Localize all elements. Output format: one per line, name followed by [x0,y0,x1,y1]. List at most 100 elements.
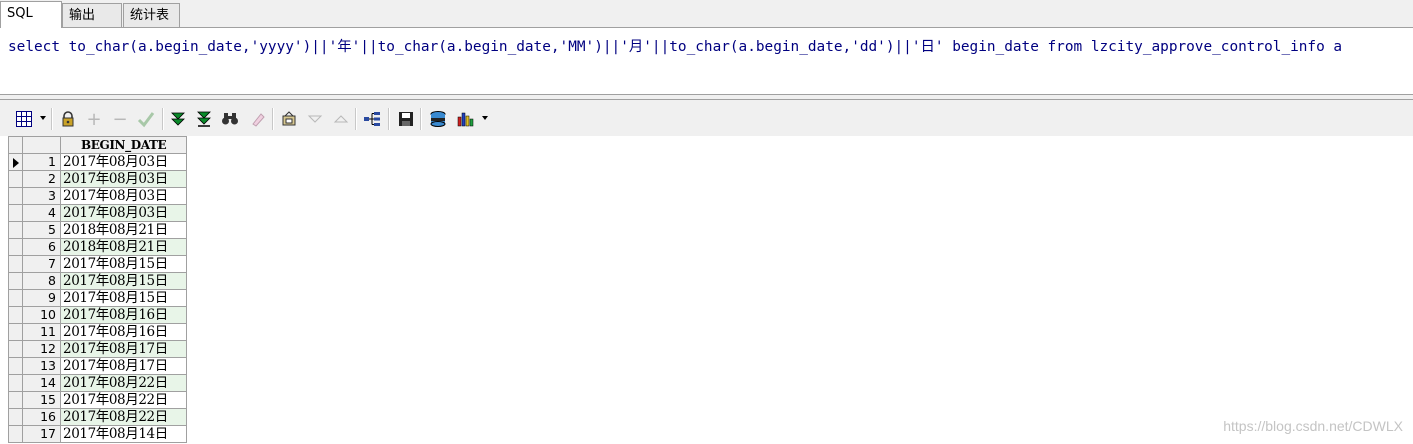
cell-begin-date[interactable]: 2017年08月16日 [60,306,187,324]
row-number[interactable]: 10 [22,306,61,324]
lock-icon[interactable] [58,109,78,129]
result-grid-area: BEGIN_DATE 1 2017年08月03日 2 2017年08月03日 3 2017… [0,136,1413,444]
current-row-pointer-icon [12,157,19,168]
tab-bar: SQL 输出 统计表 [0,0,1413,28]
table-row[interactable]: 16 2017年08月22日 [8,408,187,426]
row-number[interactable]: 4 [22,204,61,222]
table-row[interactable]: 3 2017年08月03日 [8,187,187,205]
fetch-last-icon[interactable] [194,109,214,129]
table-row[interactable]: 10 2017年08月16日 [8,306,187,324]
cell-begin-date[interactable]: 2017年08月22日 [60,408,187,426]
chart-icon[interactable] [456,109,476,129]
grid-menu-dropdown-icon[interactable] [40,116,46,120]
row-number[interactable]: 1 [22,153,61,171]
cell-begin-date[interactable]: 2017年08月17日 [60,357,187,375]
row-number[interactable]: 3 [22,187,61,205]
table-row[interactable]: 4 2017年08月03日 [8,204,187,222]
row-indicator[interactable] [8,255,23,273]
row-indicator[interactable] [8,153,23,171]
grid-menu-icon[interactable] [14,109,34,129]
fetch-next-icon[interactable] [168,109,188,129]
table-row[interactable]: 5 2018年08月21日 [8,221,187,239]
cell-begin-date[interactable]: 2017年08月03日 [60,204,187,222]
table-row[interactable]: 15 2017年08月22日 [8,391,187,409]
grid-corner [8,136,23,154]
table-row[interactable]: 9 2017年08月15日 [8,289,187,307]
table-row[interactable]: 17 2017年08月14日 [8,425,187,443]
find-icon[interactable] [220,109,240,129]
save-icon[interactable] [396,109,416,129]
export-icon[interactable] [279,109,299,129]
watermark: https://blog.csdn.net/CDWLX [1223,418,1403,434]
column-header-begin-date[interactable]: BEGIN_DATE [60,136,187,154]
filter-up-icon[interactable] [331,109,351,129]
cell-begin-date[interactable]: 2017年08月03日 [60,153,187,171]
cell-begin-date[interactable]: 2017年08月16日 [60,323,187,341]
row-number[interactable]: 9 [22,289,61,307]
sql-editor[interactable]: select to_char(a.begin_date,'yyyy')||'年'… [0,28,1413,94]
row-indicator[interactable] [8,187,23,205]
post-check-icon[interactable] [136,109,156,129]
row-number[interactable]: 12 [22,340,61,358]
row-number[interactable]: 14 [22,374,61,392]
cell-begin-date[interactable]: 2017年08月15日 [60,255,187,273]
tab-statistics[interactable]: 统计表 [123,3,180,27]
add-row-icon[interactable]: + [84,109,104,130]
row-indicator[interactable] [8,425,23,443]
table-row[interactable]: 2 2017年08月03日 [8,170,187,188]
row-indicator[interactable] [8,170,23,188]
row-number[interactable]: 13 [22,357,61,375]
table-row[interactable]: 8 2017年08月15日 [8,272,187,290]
tab-output[interactable]: 输出 [62,3,122,27]
row-indicator[interactable] [8,272,23,290]
row-number[interactable]: 15 [22,391,61,409]
toolbar-separator [355,108,357,130]
table-row[interactable]: 13 2017年08月17日 [8,357,187,375]
sql-text[interactable]: select to_char(a.begin_date,'yyyy')||'年'… [8,35,1342,56]
filter-down-icon[interactable] [305,109,325,129]
row-number[interactable]: 11 [22,323,61,341]
row-indicator[interactable] [8,289,23,307]
row-indicator[interactable] [8,221,23,239]
row-number[interactable]: 2 [22,170,61,188]
table-row[interactable]: 14 2017年08月22日 [8,374,187,392]
table-row[interactable]: 11 2017年08月16日 [8,323,187,341]
row-indicator[interactable] [8,357,23,375]
cell-begin-date[interactable]: 2017年08月22日 [60,391,187,409]
row-number[interactable]: 7 [22,255,61,273]
row-indicator[interactable] [8,323,23,341]
row-number[interactable]: 16 [22,408,61,426]
table-row[interactable]: 12 2017年08月17日 [8,340,187,358]
row-number[interactable]: 17 [22,425,61,443]
delete-row-icon[interactable]: − [110,109,130,130]
row-indicator[interactable] [8,204,23,222]
cell-begin-date[interactable]: 2018年08月21日 [60,221,187,239]
cell-begin-date[interactable]: 2017年08月17日 [60,340,187,358]
row-indicator[interactable] [8,408,23,426]
table-row[interactable]: 1 2017年08月03日 [8,153,187,171]
row-number[interactable]: 8 [22,272,61,290]
cell-begin-date[interactable]: 2018年08月21日 [60,238,187,256]
cell-begin-date[interactable]: 2017年08月22日 [60,374,187,392]
row-number[interactable]: 5 [22,221,61,239]
table-row[interactable]: 7 2017年08月15日 [8,255,187,273]
chart-dropdown-icon[interactable] [482,116,488,120]
clear-icon[interactable] [248,109,268,129]
query-icon[interactable] [428,109,448,129]
row-indicator[interactable] [8,340,23,358]
row-indicator[interactable] [8,238,23,256]
cell-begin-date[interactable]: 2017年08月03日 [60,187,187,205]
cell-begin-date[interactable]: 2017年08月03日 [60,170,187,188]
row-indicator[interactable] [8,306,23,324]
row-indicator[interactable] [8,391,23,409]
table-row[interactable]: 6 2018年08月21日 [8,238,187,256]
grid-toolbar: + − [0,100,1413,136]
toolbar-separator [272,108,274,130]
tree-icon[interactable] [362,109,382,129]
row-number[interactable]: 6 [22,238,61,256]
cell-begin-date[interactable]: 2017年08月14日 [60,425,187,443]
tab-sql[interactable]: SQL [0,1,62,28]
cell-begin-date[interactable]: 2017年08月15日 [60,289,187,307]
row-indicator[interactable] [8,374,23,392]
cell-begin-date[interactable]: 2017年08月15日 [60,272,187,290]
